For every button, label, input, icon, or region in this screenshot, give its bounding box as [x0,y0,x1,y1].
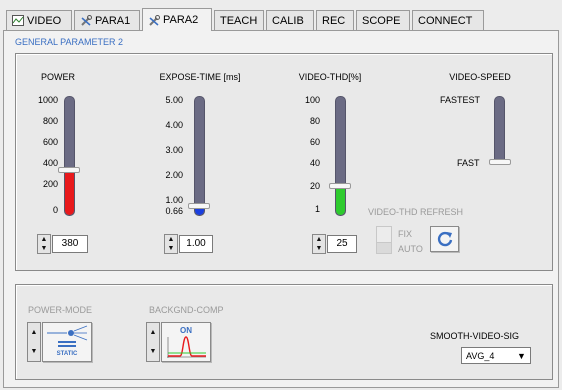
video-thd-slider-track[interactable] [335,96,346,216]
video-thd-slider-knob[interactable] [329,183,351,189]
power-slider-track[interactable] [64,96,75,216]
tick-label: 60 [309,137,320,147]
tick-label: 1000 [37,95,58,105]
tick-label: 200 [42,179,58,189]
up-arrow-icon: ▲ [167,236,175,243]
video-thd-label: VIDEO-THD[%] [298,72,362,82]
video-thd-slider-fill [336,185,345,215]
tick-label: 0 [52,205,58,215]
tab-video[interactable]: VIDEO [6,10,72,30]
backgnd-comp-icon-text: ON [180,326,192,335]
expose-value-field[interactable]: 1.00 [179,235,213,253]
video-speed-slider-track[interactable] [494,96,505,164]
backgnd-comp-button[interactable]: ON [161,322,211,362]
expose-spinner[interactable]: ▲ ▼ [164,234,178,254]
up-arrow-icon: ▲ [149,329,157,336]
backgnd-comp-spinner[interactable]: ▲ ▼ [146,322,160,362]
tick-label: 4.00 [165,120,183,130]
tick-label: 600 [42,137,58,147]
power-mode-spinner[interactable]: ▲ ▼ [27,322,41,362]
video-speed-label: VIDEO-SPEED [449,72,511,82]
tick-label: 80 [309,116,320,126]
tick-label: 20 [309,181,320,191]
tick-label: 400 [42,158,58,168]
down-arrow-icon: ▼ [149,348,157,355]
power-mode-button[interactable]: STATIC [42,322,92,362]
down-arrow-icon: ▼ [30,348,38,355]
expose-slider-knob[interactable] [188,203,210,209]
power-value-field[interactable]: 380 [52,235,88,253]
up-arrow-icon: ▲ [30,329,38,336]
refresh-icon [437,231,452,247]
tools-icon [149,14,160,26]
tab-label: SCOPE [362,14,401,27]
smooth-video-sig-select[interactable]: AVG_4 ▼ [461,347,531,364]
video-thd-value-field[interactable]: 25 [327,235,357,253]
backgnd-comp-label: BACKGND-COMP [149,305,224,315]
tick-label: 3.00 [165,145,183,155]
expose-time-label: EXPOSE-TIME [ms] [159,72,241,82]
smooth-video-sig-label: SMOOTH-VIDEO-SIG [430,331,520,341]
section-title: GENERAL PARAMETER 2 [15,37,124,47]
tab-rec[interactable]: REC [316,10,354,30]
tab-label: TEACH [220,14,258,27]
tick-label: 1 [314,204,320,214]
tick-label: 1.00 [165,195,183,205]
tab-label: CONNECT [418,14,473,27]
video-speed-slider-knob[interactable] [489,159,511,165]
power-spinner[interactable]: ▲ ▼ [37,234,51,254]
tick-label: 5.00 [165,95,183,105]
power-slider-fill [65,169,74,215]
power-mode-icon-text: STATIC [56,351,78,357]
fix-label: FIX [398,229,413,239]
down-arrow-icon: ▼ [40,245,48,252]
auto-label: AUTO [398,244,423,254]
video-speed-bottom-label: FAST [457,158,480,168]
video-icon [12,15,24,26]
expose-scale: 5.00 4.00 3.00 2.00 1.00 0.66 [153,95,193,220]
power-label: POWER [40,72,75,82]
tab-para2[interactable]: PARA2 [142,8,212,31]
tab-scope[interactable]: SCOPE [356,10,410,30]
tab-label: CALIB [272,14,304,27]
video-thd-spinner[interactable]: ▲ ▼ [312,234,326,254]
tab-teach[interactable]: TEACH [214,10,264,30]
up-arrow-icon: ▲ [315,236,323,243]
video-speed-top-label: FASTEST [440,95,481,105]
tick-label: 2.00 [165,170,183,180]
fix-auto-toggle[interactable] [376,226,392,254]
down-arrow-icon: ▼ [167,245,175,252]
tab-para1[interactable]: PARA1 [74,10,140,30]
tab-connect[interactable]: CONNECT [412,10,484,30]
smooth-select-value: AVG_4 [466,350,495,361]
down-arrow-icon: ▼ [315,245,323,252]
tab-label: VIDEO [27,14,62,27]
up-arrow-icon: ▲ [40,236,48,243]
power-scale: 1000 800 600 400 200 0 [28,95,68,220]
toggle-handle [377,242,391,253]
tab-label: PARA1 [95,14,131,27]
tick-label: 800 [42,116,58,126]
thd-refresh-label: VIDEO-THD REFRESH [368,207,464,217]
chevron-down-icon: ▼ [517,350,526,361]
tick-label: 0.66 [165,206,183,216]
expose-slider-track[interactable] [194,96,205,216]
tools-icon [81,15,92,26]
power-mode-label: POWER-MODE [28,305,92,315]
tab-label: PARA2 [163,14,199,26]
tick-label: 40 [309,158,320,168]
refresh-button[interactable] [430,226,459,252]
tab-calib[interactable]: CALIB [266,10,314,30]
video-thd-scale: 100 80 60 40 20 1 [290,95,330,220]
tick-label: 100 [304,95,320,105]
tab-label: REC [322,14,346,27]
power-slider-knob[interactable] [58,167,80,173]
